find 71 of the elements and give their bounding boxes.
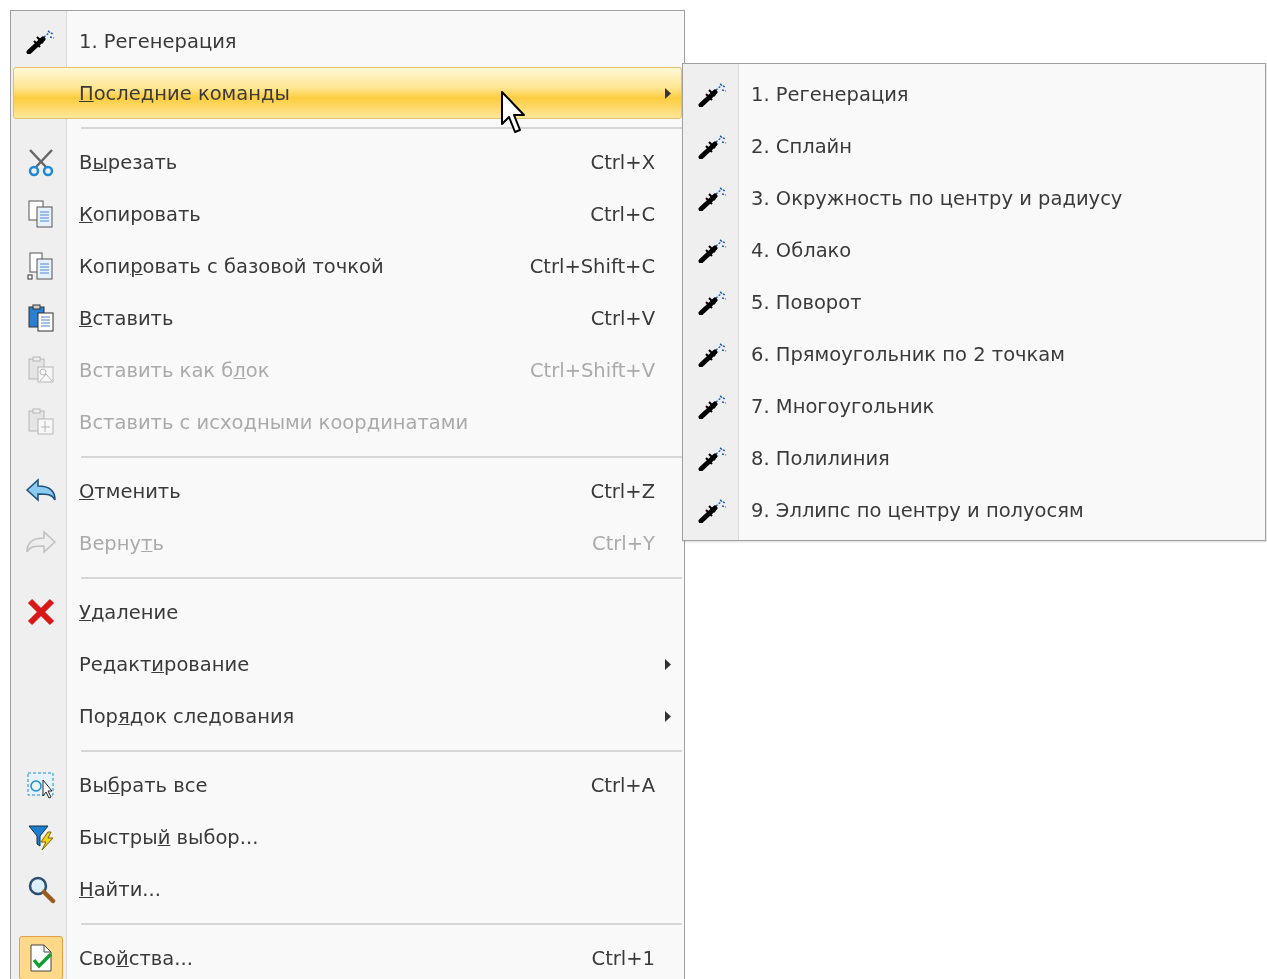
shortcut-label: Ctrl+X bbox=[589, 150, 655, 174]
menu-item[interactable]: Удаление bbox=[13, 586, 682, 638]
menu-item[interactable]: Выбрать все Ctrl+A bbox=[13, 759, 682, 811]
menu-item-label: 6. Прямоугольник по 2 точкам bbox=[750, 342, 1067, 366]
menu-item-label: Вставить bbox=[78, 306, 175, 330]
menu-item-label: 4. Облако bbox=[750, 238, 853, 262]
menu-item-label: Вставить как блок bbox=[78, 358, 271, 382]
drafting-pen-icon bbox=[698, 341, 728, 367]
shortcut-label: Ctrl+1 bbox=[590, 946, 655, 970]
menu-item-label: Копировать с базовой точкой bbox=[78, 254, 385, 278]
shortcut-label: Ctrl+C bbox=[589, 202, 655, 226]
menu-item-label: Найти... bbox=[78, 877, 162, 901]
submenu-arrow-icon bbox=[665, 710, 671, 722]
mouse-cursor-icon bbox=[500, 90, 528, 136]
menu-item[interactable]: 4. Облако bbox=[685, 224, 1263, 276]
menu-item[interactable]: Вставить Ctrl+V bbox=[13, 292, 682, 344]
menu-item[interactable]: 3. Окружность по центру и радиусу bbox=[685, 172, 1263, 224]
menu-item-label: Редактирование bbox=[78, 652, 251, 676]
menu-item-label: Быстрый выбор... bbox=[78, 825, 260, 849]
menu-item-label: Выбрать все bbox=[78, 773, 209, 797]
menu-item[interactable]: Вырезать Ctrl+X bbox=[13, 136, 682, 188]
menu-item[interactable]: Копировать с базовой точкой Ctrl+Shift+C bbox=[13, 240, 682, 292]
drafting-pen-icon bbox=[698, 81, 728, 107]
menu-item-label: Свойства... bbox=[78, 946, 194, 970]
submenu-arrow-icon bbox=[665, 658, 671, 670]
menu-item[interactable]: 7. Многоугольник bbox=[685, 380, 1263, 432]
menu-item[interactable]: Редактирование bbox=[13, 638, 682, 690]
menu-item-label: Вернуть bbox=[78, 531, 165, 555]
menu-item-label: Порядок следования bbox=[78, 704, 296, 728]
drafting-pen-icon bbox=[698, 393, 728, 419]
shortcut-label: Ctrl+A bbox=[589, 773, 655, 797]
menu-item-label: 1. Регенерация bbox=[750, 82, 910, 106]
submenu-arrow-icon bbox=[665, 87, 671, 99]
drafting-pen-icon bbox=[698, 289, 728, 315]
shortcut-label: Ctrl+Shift+V bbox=[528, 358, 655, 382]
drafting-pen-icon bbox=[698, 133, 728, 159]
menu-item[interactable]: Свойства... Ctrl+1 bbox=[13, 932, 682, 979]
menu-item-label: Отменить bbox=[78, 479, 182, 503]
menu-item[interactable]: 1. Регенерация bbox=[685, 68, 1263, 120]
menu-item[interactable]: Копировать Ctrl+C bbox=[13, 188, 682, 240]
menu-item-label: 9. Эллипс по центру и полуосям bbox=[750, 498, 1085, 522]
menu-item-label: Вырезать bbox=[78, 150, 179, 174]
drafting-pen-icon bbox=[698, 185, 728, 211]
menu-item[interactable]: Последние команды bbox=[13, 67, 682, 119]
menu-item[interactable]: Порядок следования bbox=[13, 690, 682, 742]
shortcut-label: Ctrl+Z bbox=[589, 479, 655, 503]
menu-item-label: 3. Окружность по центру и радиусу bbox=[750, 186, 1124, 210]
menu-item-label: Последние команды bbox=[78, 81, 291, 105]
menu-item[interactable]: 5. Поворот bbox=[685, 276, 1263, 328]
menu-item[interactable]: 6. Прямоугольник по 2 точкам bbox=[685, 328, 1263, 380]
shortcut-label: Ctrl+V bbox=[589, 306, 655, 330]
drafting-pen-icon bbox=[698, 237, 728, 263]
menu-item[interactable]: 8. Полилиния bbox=[685, 432, 1263, 484]
drafting-pen-icon bbox=[698, 445, 728, 471]
menu-item-label: 8. Полилиния bbox=[750, 446, 891, 470]
menu-item-label: Удаление bbox=[78, 600, 180, 624]
menu-item-label: 5. Поворот bbox=[750, 290, 863, 314]
menu-item[interactable]: Найти... bbox=[13, 863, 682, 915]
menu-item[interactable]: Отменить Ctrl+Z bbox=[13, 465, 682, 517]
menu-item[interactable]: 9. Эллипс по центру и полуосям bbox=[685, 484, 1263, 536]
menu-item[interactable]: 1. Регенерация bbox=[13, 15, 682, 67]
menu-item[interactable]: Быстрый выбор... bbox=[13, 811, 682, 863]
menu-item-label: Вставить с исходными координатами bbox=[78, 410, 470, 434]
menu-item-label: 2. Сплайн bbox=[750, 134, 853, 158]
menu-item-label: 7. Многоугольник bbox=[750, 394, 936, 418]
menu-item-label: 1. Регенерация bbox=[78, 29, 238, 53]
shortcut-label: Ctrl+Shift+C bbox=[528, 254, 655, 278]
menu-item-label: Копировать bbox=[78, 202, 202, 226]
shortcut-label: Ctrl+Y bbox=[591, 531, 655, 555]
menu-item[interactable]: 2. Сплайн bbox=[685, 120, 1263, 172]
drafting-pen-icon bbox=[698, 497, 728, 523]
